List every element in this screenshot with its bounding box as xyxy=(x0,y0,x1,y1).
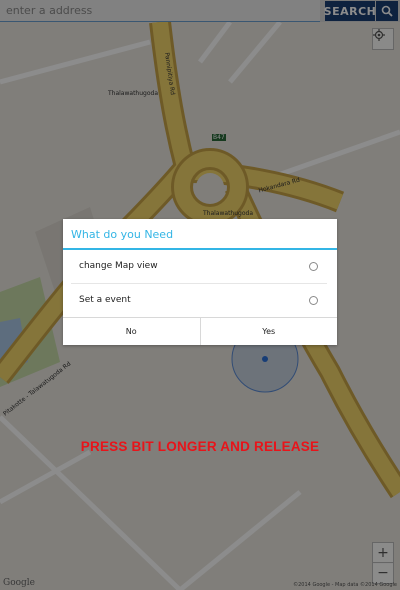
press-longer-hint: PRESS BIT LONGER AND RELEASE xyxy=(80,439,320,454)
dialog-buttons: No Yes xyxy=(63,317,337,345)
no-button[interactable]: No xyxy=(63,318,200,345)
option-set-event[interactable]: Set a event xyxy=(71,284,327,318)
option-label: Set a event xyxy=(79,295,131,305)
option-change-map-view[interactable]: change Map view xyxy=(71,250,327,284)
radio-button[interactable] xyxy=(309,296,318,305)
radio-button[interactable] xyxy=(309,262,318,271)
dialog-title: What do you Need xyxy=(63,219,337,250)
choice-dialog: What do you Need change Map view Set a e… xyxy=(63,219,337,345)
yes-button[interactable]: Yes xyxy=(199,318,338,345)
option-label: change Map view xyxy=(79,261,158,271)
